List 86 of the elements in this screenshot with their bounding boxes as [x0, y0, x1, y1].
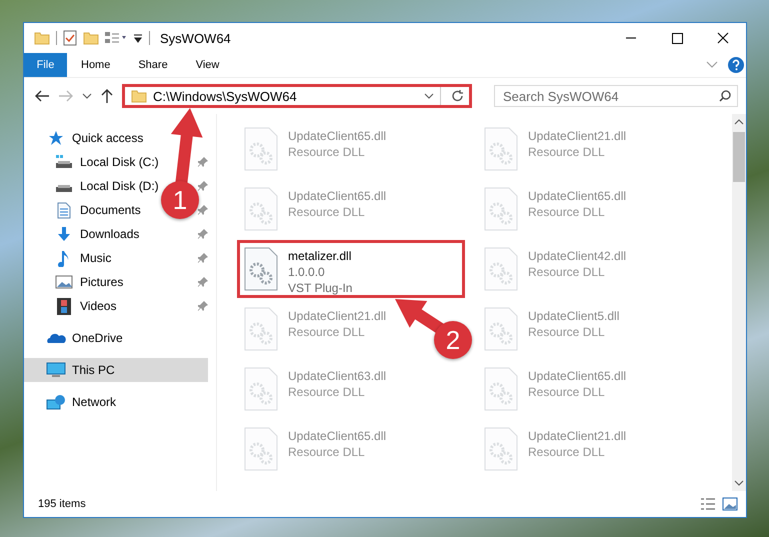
- file-detail: Resource DLL: [528, 205, 606, 219]
- file-detail: VST Plug-In: [288, 281, 352, 295]
- pin-icon: [198, 181, 208, 191]
- settings-file-icon: [244, 427, 278, 471]
- monitor-icon: [46, 362, 66, 378]
- folder-icon: [34, 31, 50, 45]
- pin-icon: [198, 205, 208, 215]
- pin-icon: [198, 229, 208, 239]
- file-name: UpdateClient5.dll: [528, 309, 620, 323]
- checklist-icon[interactable]: [63, 30, 77, 46]
- settings-file-icon: [484, 187, 518, 231]
- file-detail: Resource DLL: [288, 145, 366, 159]
- picture-icon: [55, 275, 73, 289]
- settings-file-icon: [484, 127, 518, 171]
- file-name: UpdateClient21.dll: [528, 429, 626, 443]
- file-detail: Resource DLL: [288, 325, 366, 339]
- ribbon-tab[interactable]: View: [182, 53, 234, 77]
- sidebar-item[interactable]: Documents: [24, 198, 145, 222]
- search-field[interactable]: Search SysWOW64: [494, 85, 738, 107]
- file-name: metalizer.dll: [288, 249, 352, 263]
- file-name: UpdateClient65.dll: [288, 189, 386, 203]
- file-detail: Resource DLL: [288, 385, 366, 399]
- pin-icon: [198, 277, 208, 287]
- network-icon: [46, 394, 66, 410]
- settings-file-icon: [484, 247, 518, 291]
- music-note-icon: [58, 250, 70, 266]
- pin-icon: [198, 253, 208, 263]
- star-icon: [48, 130, 64, 146]
- file-detail: Resource DLL: [528, 385, 606, 399]
- cloud-icon: [46, 332, 66, 344]
- address-bar[interactable]: C:\Windows\SysWOW64: [122, 84, 472, 108]
- file-detail: Resource DLL: [288, 445, 366, 459]
- settings-file-icon: [244, 307, 278, 351]
- sidebar-item[interactable]: Local Disk (C:): [24, 150, 163, 174]
- drive-icon: [55, 155, 73, 169]
- sidebar-item[interactable]: Network: [24, 390, 120, 414]
- settings-file-icon: [484, 427, 518, 471]
- search-icon: [719, 90, 731, 102]
- ribbon-tab[interactable]: Home: [67, 53, 124, 77]
- file-detail: Resource DLL: [528, 445, 606, 459]
- chevron-down-icon[interactable]: [424, 92, 434, 100]
- film-icon: [57, 298, 71, 314]
- file-name: UpdateClient21.dll: [528, 129, 626, 143]
- settings-file-icon: [244, 247, 278, 291]
- settings-file-icon: [244, 187, 278, 231]
- file-name: UpdateClient42.dll: [528, 249, 626, 263]
- item-count: 195 items: [38, 498, 86, 510]
- settings-file-icon: [244, 127, 278, 171]
- sidebar-item[interactable]: Pictures: [24, 270, 128, 294]
- file-detail: Resource DLL: [528, 325, 606, 339]
- file-name: UpdateClient65.dll: [288, 129, 386, 143]
- file-detail: Resource DLL: [288, 205, 366, 219]
- pin-icon: [198, 301, 208, 311]
- chevron-down-icon: [82, 92, 92, 100]
- document-icon: [57, 202, 71, 218]
- settings-file-icon: [484, 367, 518, 411]
- file-name: UpdateClient65.dll: [288, 429, 386, 443]
- help-icon[interactable]: [728, 57, 744, 73]
- sidebar-item[interactable]: OneDrive: [24, 326, 127, 350]
- details-view-icon[interactable]: [700, 497, 716, 511]
- ribbon-tab[interactable]: File: [24, 53, 67, 77]
- dropdown-icon[interactable]: [133, 33, 143, 43]
- sidebar-item[interactable]: Quick access: [24, 126, 148, 150]
- sidebar-item[interactable]: Music: [24, 246, 116, 270]
- settings-file-icon: [484, 307, 518, 351]
- sidebar-item[interactable]: Local Disk (D:): [24, 174, 163, 198]
- window-title: SysWOW64: [160, 30, 231, 46]
- folder-icon: [131, 89, 147, 103]
- sidebar-item[interactable]: Downloads: [24, 222, 144, 246]
- down-arrow-icon: [56, 226, 72, 242]
- file-name: UpdateClient63.dll: [288, 369, 386, 383]
- file-name: UpdateClient65.dll: [528, 369, 626, 383]
- pin-icon: [198, 157, 208, 167]
- file-detail: 1.0.0.0: [288, 265, 326, 279]
- ribbon-tab[interactable]: Share: [124, 53, 182, 77]
- sidebar-item[interactable]: Videos: [24, 294, 120, 318]
- scrollbar[interactable]: [732, 114, 746, 491]
- file-detail: Resource DLL: [528, 265, 606, 279]
- file-name: UpdateClient21.dll: [288, 309, 386, 323]
- file-name: UpdateClient65.dll: [528, 189, 626, 203]
- file-tile[interactable]: metalizer.dll 1.0.0.0 VST Plug-In: [237, 240, 465, 298]
- file-detail: Resource DLL: [528, 145, 606, 159]
- large-icons-view-icon[interactable]: [722, 497, 738, 511]
- layout-icon[interactable]: [105, 31, 127, 45]
- sidebar-item[interactable]: This PC: [24, 358, 208, 382]
- settings-file-icon: [244, 367, 278, 411]
